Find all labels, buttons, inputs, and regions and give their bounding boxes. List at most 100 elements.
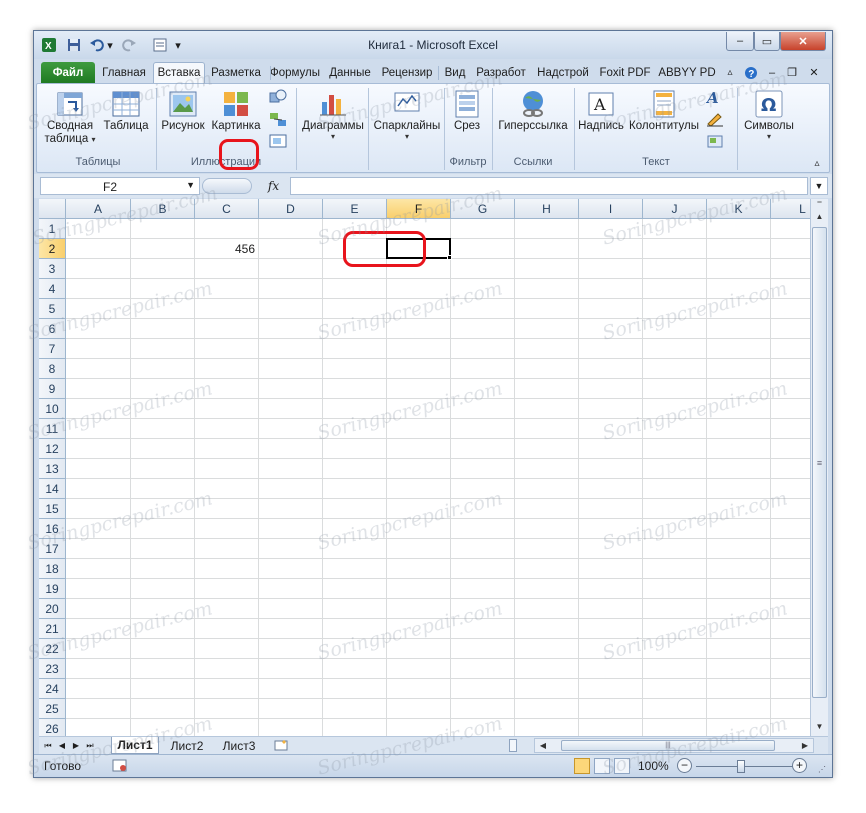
horizontal-scroll-thumb[interactable]: ||| — [561, 740, 775, 751]
tab-review[interactable]: Рецензир — [377, 62, 437, 83]
row-header-15[interactable]: 15 — [39, 499, 66, 519]
zoom-slider[interactable] — [696, 766, 796, 767]
pivot-table-button[interactable]: Сводная таблица ▾ — [43, 84, 97, 146]
next-sheet-icon[interactable]: ▶ — [70, 738, 82, 753]
help-icon[interactable]: ? — [742, 62, 760, 83]
row-header-21[interactable]: 21 — [39, 619, 66, 639]
wordart-icon[interactable]: A — [705, 88, 725, 106]
column-header-F[interactable]: F — [387, 199, 451, 219]
tab-formulas[interactable]: Формулы — [267, 62, 323, 83]
zoom-slider-thumb[interactable] — [737, 760, 745, 773]
textbox-button[interactable]: A Надпись — [577, 84, 625, 133]
last-sheet-icon[interactable]: ⏭ — [84, 738, 96, 753]
picture-button[interactable]: Рисунок — [159, 84, 207, 133]
row-header-1[interactable]: 1 — [39, 219, 66, 239]
row-header-17[interactable]: 17 — [39, 539, 66, 559]
table-button[interactable]: Таблица — [99, 84, 153, 133]
signature-line-icon[interactable] — [705, 110, 725, 128]
formula-bar-splitter[interactable] — [202, 178, 252, 194]
cell-C2[interactable]: 456 — [195, 242, 255, 256]
hyperlink-button[interactable]: Гиперссылка — [495, 84, 571, 133]
row-header-26[interactable]: 26 — [39, 719, 66, 736]
scroll-up-icon[interactable]: ▲ — [812, 209, 827, 224]
tab-view[interactable]: Вид — [440, 62, 470, 83]
column-header-K[interactable]: K — [707, 199, 771, 219]
scroll-right-icon[interactable]: ▶ — [799, 739, 811, 752]
row-header-20[interactable]: 20 — [39, 599, 66, 619]
formula-input[interactable] — [290, 177, 808, 195]
page-layout-view-icon[interactable] — [594, 758, 610, 774]
sparklines-button[interactable]: Спарклайны ▾ — [371, 84, 443, 141]
vertical-scroll-thumb[interactable]: ≡ — [812, 227, 827, 698]
smartart-icon[interactable] — [268, 111, 288, 129]
tab-file[interactable]: Файл — [41, 62, 95, 83]
row-header-5[interactable]: 5 — [39, 299, 66, 319]
row-header-6[interactable]: 6 — [39, 319, 66, 339]
object-icon[interactable] — [705, 132, 725, 150]
expand-formula-bar-icon[interactable]: ▼ — [810, 177, 828, 195]
sheet-tab-2[interactable]: Лист2 — [163, 737, 211, 754]
row-header-16[interactable]: 16 — [39, 519, 66, 539]
resize-grip-icon[interactable]: ⋰ — [818, 765, 826, 774]
row-header-24[interactable]: 24 — [39, 679, 66, 699]
sheet-tab-1[interactable]: Лист1 — [111, 737, 159, 754]
column-header-D[interactable]: D — [259, 199, 323, 219]
column-header-I[interactable]: I — [579, 199, 643, 219]
vertical-scrollbar[interactable]: ═ ▲ ≡ ▼ — [810, 199, 828, 736]
column-header-J[interactable]: J — [643, 199, 707, 219]
shapes-icon[interactable] — [268, 88, 288, 106]
select-all-button[interactable] — [39, 199, 66, 219]
name-box-dropdown-icon[interactable]: ▼ — [186, 180, 195, 190]
clipart-button[interactable]: Картинка — [209, 84, 263, 133]
minimize-ribbon-icon[interactable]: ▵ — [722, 62, 738, 83]
tab-insert[interactable]: Вставка — [153, 62, 205, 83]
column-header-E[interactable]: E — [323, 199, 387, 219]
tab-data[interactable]: Данные — [325, 62, 375, 83]
expand-ribbon-icon[interactable]: ▵ — [807, 154, 827, 172]
row-header-14[interactable]: 14 — [39, 479, 66, 499]
screenshot-icon[interactable] — [268, 132, 288, 150]
page-break-view-icon[interactable] — [614, 758, 630, 774]
column-header-L[interactable]: L — [771, 199, 810, 219]
tab-home[interactable]: Главная — [97, 62, 151, 83]
column-header-A[interactable]: A — [66, 199, 131, 219]
symbols-button[interactable]: Ω Символы ▾ — [740, 84, 798, 141]
tab-foxit-pdf[interactable]: Foxit PDF — [596, 62, 654, 83]
slicer-button[interactable]: Срез — [447, 84, 487, 133]
restore-button[interactable]: ▭ — [754, 32, 780, 51]
column-header-H[interactable]: H — [515, 199, 579, 219]
split-box-icon[interactable]: ═ — [812, 199, 827, 207]
row-header-9[interactable]: 9 — [39, 379, 66, 399]
scroll-down-icon[interactable]: ▼ — [812, 719, 827, 734]
row-header-10[interactable]: 10 — [39, 399, 66, 419]
doc-minimize-icon[interactable]: – — [764, 62, 780, 83]
tab-addins[interactable]: Надстрой — [533, 62, 593, 83]
zoom-level[interactable]: 100% — [638, 759, 669, 773]
column-header-C[interactable]: C — [195, 199, 259, 219]
row-header-22[interactable]: 22 — [39, 639, 66, 659]
horizontal-scrollbar[interactable]: ◀ ||| ▶ — [534, 738, 814, 753]
tab-developer[interactable]: Разработ — [472, 62, 530, 83]
normal-view-icon[interactable] — [574, 758, 590, 774]
scroll-left-icon[interactable]: ◀ — [537, 739, 549, 752]
first-sheet-icon[interactable]: ⏮ — [42, 738, 54, 753]
fill-handle[interactable] — [447, 255, 452, 260]
insert-sheet-icon[interactable] — [269, 737, 293, 754]
row-header-18[interactable]: 18 — [39, 559, 66, 579]
minimize-button[interactable]: – — [726, 32, 754, 51]
header-footer-button[interactable]: Колонтитулы — [629, 84, 699, 133]
row-header-12[interactable]: 12 — [39, 439, 66, 459]
name-box[interactable]: F2 ▼ — [40, 177, 200, 195]
doc-restore-icon[interactable]: ❐ — [784, 62, 800, 83]
tab-split-box[interactable] — [509, 739, 517, 752]
prev-sheet-icon[interactable]: ◀ — [56, 738, 68, 753]
row-header-23[interactable]: 23 — [39, 659, 66, 679]
row-header-8[interactable]: 8 — [39, 359, 66, 379]
row-header-25[interactable]: 25 — [39, 699, 66, 719]
row-header-19[interactable]: 19 — [39, 579, 66, 599]
sheet-tab-3[interactable]: Лист3 — [215, 737, 263, 754]
zoom-out-button[interactable]: − — [677, 758, 692, 773]
tab-page-layout[interactable]: Разметка — [207, 62, 265, 83]
zoom-in-button[interactable]: + — [792, 758, 807, 773]
row-header-11[interactable]: 11 — [39, 419, 66, 439]
